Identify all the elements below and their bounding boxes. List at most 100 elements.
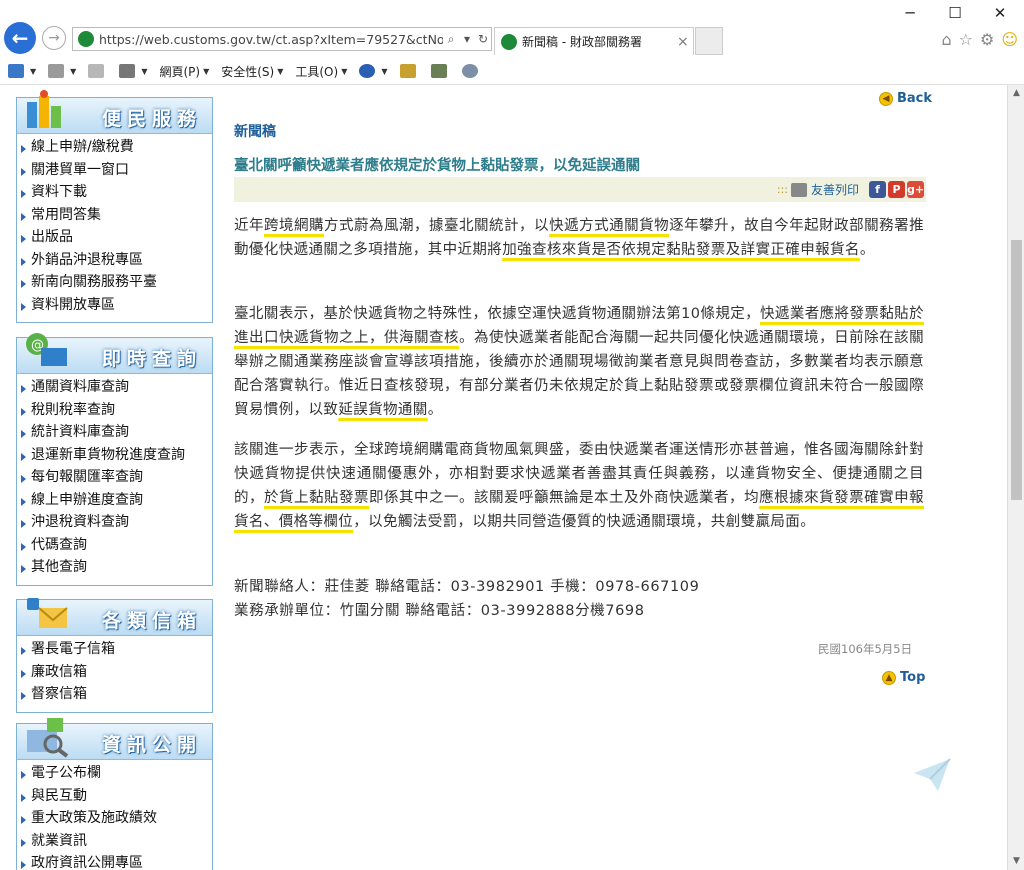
top-circle-icon: ▲: [882, 670, 896, 685]
sidebar-link[interactable]: 線上申辦/繳稅費: [17, 136, 212, 159]
sidebar-link[interactable]: 常用問答集: [17, 204, 212, 227]
safety-menu[interactable]: 安全性(S) ▼: [221, 63, 283, 80]
top-link[interactable]: ▲ Top: [882, 670, 925, 685]
back-label[interactable]: Back: [897, 91, 932, 106]
home-icon[interactable]: ⌂: [941, 30, 951, 49]
rss-feed-icon: [48, 64, 65, 78]
sidebar-section-mailbox: 各類信箱 署長電子信箱 廉政信箱 督察信箱: [16, 598, 213, 713]
sidebar-link[interactable]: 每旬報關匯率查詢: [17, 466, 212, 489]
sidebar-link[interactable]: 就業資訊: [17, 830, 212, 853]
service-people-icon: [27, 90, 61, 128]
sidebar-link[interactable]: 廉政信箱: [17, 661, 212, 684]
sidebar-link[interactable]: 資料開放專區: [17, 294, 212, 317]
back-link[interactable]: ◀ Back: [879, 91, 932, 106]
sidebar-link[interactable]: 外銷品沖退稅專區: [17, 249, 212, 272]
sidebar-link[interactable]: 其他查詢: [17, 556, 212, 579]
paragraph-text: 近年: [234, 218, 265, 234]
dropdown-icon[interactable]: ▾: [459, 32, 475, 46]
highlighted-phrase: 加強查核來貨是否依規定黏貼發票及詳實正確申報貨名: [502, 242, 860, 258]
printer-icon: [119, 64, 136, 78]
back-arrow-icon[interactable]: ←: [4, 22, 36, 54]
plurk-share-icon[interactable]: P: [888, 181, 905, 198]
section-header: 各類信箱: [17, 598, 212, 636]
paper-plane-watermark-icon: [914, 758, 951, 791]
back-circle-icon: ◀: [879, 91, 893, 106]
address-url[interactable]: https://web.customs.gov.tw/ct.asp?xItem=…: [99, 32, 443, 47]
close-window-button[interactable]: ✕: [980, 4, 1020, 22]
paragraph-text: 方式蔚為風潮，據臺北關統計，以: [324, 218, 550, 234]
sidebar-link[interactable]: 與民互動: [17, 785, 212, 808]
sidebar-link[interactable]: 線上申辦進度查詢: [17, 489, 212, 512]
sidebar-link[interactable]: 通關資料庫查詢: [17, 376, 212, 399]
read-mail-command[interactable]: [88, 64, 107, 78]
section-title: 資訊公開: [101, 734, 202, 756]
feeds-command[interactable]: ▼: [48, 64, 76, 78]
highlighted-phrase: 於貨上黏貼發票: [264, 490, 370, 506]
sidebar-link[interactable]: 署長電子信箱: [17, 638, 212, 661]
highlighted-phrase: 延誤貨物通關: [338, 402, 428, 418]
sidebar-link[interactable]: 督察信箱: [17, 683, 212, 706]
info-magnifier-icon: [27, 718, 69, 758]
sidebar-link[interactable]: 退運新車貨物稅進度查詢: [17, 444, 212, 467]
tools-menu[interactable]: 工具(O) ▼: [295, 63, 347, 80]
highlighted-phrase: 快遞方式通關貨物: [549, 218, 670, 234]
help-icon: [359, 64, 376, 78]
publish-date: 民國106年5月5日: [818, 642, 913, 656]
new-tab-button[interactable]: [695, 27, 723, 55]
sidebar-section-services: 便民服務 線上申辦/繳稅費 關港貿單一窗口 資料下載 常用問答集 出版品 外銷品…: [16, 90, 213, 323]
research-command[interactable]: [399, 64, 419, 78]
sidebar-link[interactable]: 出版品: [17, 226, 212, 249]
sidebar-link[interactable]: 新南向關務服務平臺: [17, 271, 212, 294]
query-email-icon: @: [26, 333, 67, 366]
section-title: 便民服務: [101, 108, 202, 130]
tab-favicon-icon: [501, 33, 517, 50]
browser-right-icons: ⌂ ☆ ⚙ ☺: [941, 30, 1018, 49]
print-friendly-link[interactable]: 友善列印: [811, 181, 859, 198]
sidebar-link[interactable]: 電子公布欄: [17, 762, 212, 785]
send-note-command[interactable]: [430, 64, 450, 78]
tab-close-icon[interactable]: ×: [677, 34, 693, 50]
tab-title: 新聞稿 - 財政部關務署: [522, 35, 642, 49]
handling-unit: 業務承辦單位：竹圍分關 聯絡電話：03-3992888分機7698: [234, 603, 645, 619]
article-paragraph-2: 臺北關表示，基於快遞貨物之特殊性，依據空運快遞貨物通關辦法第10條規定，快遞業者…: [234, 302, 924, 422]
sidebar-link[interactable]: 統計資料庫查詢: [17, 421, 212, 444]
address-bar[interactable]: https://web.customs.gov.tw/ct.asp?xItem=…: [72, 27, 492, 51]
facebook-share-icon[interactable]: f: [869, 181, 886, 198]
vertical-scrollbar[interactable]: ▲ ▼: [1007, 85, 1024, 870]
refresh-icon[interactable]: ↻: [475, 32, 491, 46]
paragraph-text: ，以免觸法受罰，以期共同營造優質的快遞通關環境，共創雙贏局面。: [353, 514, 816, 530]
settings-gear-icon[interactable]: ⚙: [980, 30, 994, 49]
scroll-up-arrow-icon[interactable]: ▲: [1008, 85, 1024, 102]
favorites-star-icon[interactable]: ☆: [959, 30, 973, 49]
help-command[interactable]: ▼: [359, 64, 388, 78]
minimize-button[interactable]: ─: [890, 4, 930, 22]
forward-arrow-icon[interactable]: →: [42, 26, 66, 50]
sidebar-link[interactable]: 重大政策及施政績效: [17, 807, 212, 830]
scroll-down-arrow-icon[interactable]: ▼: [1008, 853, 1024, 870]
home-command[interactable]: ▼: [8, 64, 36, 78]
maximize-button[interactable]: ☐: [935, 4, 975, 22]
search-icon[interactable]: ⌕: [443, 32, 459, 47]
sidebar-link[interactable]: 沖退稅資料查詢: [17, 511, 212, 534]
browser-titlebar: ← → https://web.customs.gov.tw/ct.asp?xI…: [0, 0, 1024, 58]
section-header: @ 即時查詢: [17, 333, 212, 374]
top-label[interactable]: Top: [900, 670, 925, 685]
page-menu[interactable]: 網頁(P) ▼: [159, 63, 209, 80]
sidebar-link[interactable]: 資料下載: [17, 181, 212, 204]
sidebar-section-info: 資訊公開 電子公布欄 與民互動 重大政策及施政績效 就業資訊 政府資訊公開專區: [16, 718, 213, 870]
sidebar-link[interactable]: 政府資訊公開專區: [17, 852, 212, 870]
addon-command[interactable]: [461, 64, 481, 78]
highlighted-phrase: 跨境網購: [264, 218, 325, 234]
google-plus-share-icon[interactable]: g+: [907, 181, 924, 198]
browser-tab[interactable]: 新聞稿 - 財政部關務署 ×: [494, 27, 694, 55]
printer-icon[interactable]: [790, 182, 807, 197]
paragraph-text: 即係其中之一。該關爰呼籲無論是本土及外商快遞業者，均: [369, 490, 760, 506]
sidebar-link[interactable]: 稅則稅率查詢: [17, 399, 212, 422]
send-note-icon: [430, 64, 447, 78]
sidebar-link[interactable]: 代碼查詢: [17, 534, 212, 557]
smiley-feedback-icon[interactable]: ☺: [1001, 30, 1018, 49]
scrollbar-thumb[interactable]: [1011, 240, 1022, 500]
home-icon: [8, 64, 24, 78]
print-command[interactable]: ▼: [119, 64, 147, 78]
sidebar-link[interactable]: 關港貿單一窗口: [17, 159, 212, 182]
